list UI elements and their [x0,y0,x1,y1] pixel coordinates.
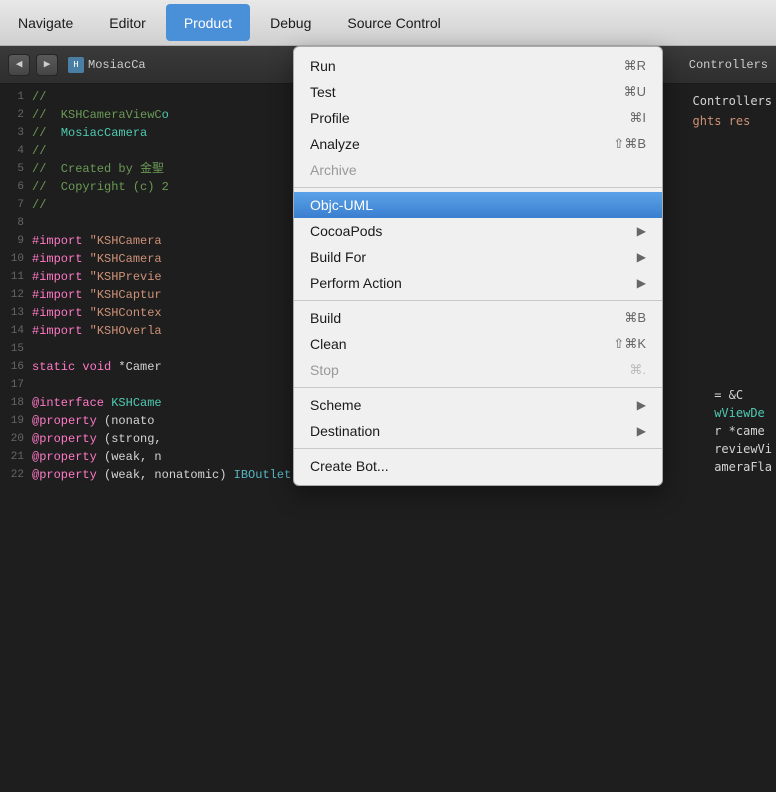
menu-item-cocoapods[interactable]: CocoaPods ▶ [294,218,662,244]
menu-item-build-for-label: Build For [310,249,637,265]
forward-button[interactable]: ▶ [36,54,58,76]
scheme-arrow-icon: ▶ [637,398,646,412]
menu-item-test-label: Test [310,84,624,100]
menu-item-run-shortcut: ⌘R [624,58,646,74]
menu-item-create-bot-label: Create Bot... [310,458,646,474]
menu-item-scheme[interactable]: Scheme ▶ [294,392,662,418]
build-for-arrow-icon: ▶ [637,250,646,264]
menu-debug[interactable]: Debug [252,0,329,45]
back-button[interactable]: ◀ [8,54,30,76]
toolbar-right-label: Controllers [689,56,768,74]
menu-item-objc-uml[interactable]: Objc-UML [294,192,662,218]
menu-item-stop-label: Stop [310,362,629,378]
menu-item-build-for[interactable]: Build For ▶ [294,244,662,270]
separator-3 [294,387,662,388]
perform-action-arrow-icon: ▶ [637,276,646,290]
menu-item-run[interactable]: Run ⌘R [294,53,662,79]
menu-source-control[interactable]: Source Control [329,0,458,45]
menu-item-stop-shortcut: ⌘. [629,362,646,378]
menu-product[interactable]: Product [166,4,250,41]
destination-arrow-icon: ▶ [637,424,646,438]
menu-item-clean-label: Clean [310,336,613,352]
menu-bar: Navigate Editor Product Debug Source Con… [0,0,776,46]
menu-item-archive-label: Archive [310,162,646,178]
menu-item-clean[interactable]: Clean ⇧⌘K [294,331,662,357]
menu-item-scheme-label: Scheme [310,397,637,413]
menu-item-clean-shortcut: ⇧⌘K [613,336,646,352]
separator-4 [294,448,662,449]
menu-item-cocoapods-label: CocoaPods [310,223,637,239]
menu-item-objc-uml-label: Objc-UML [310,197,646,213]
menu-item-analyze[interactable]: Analyze ⇧⌘B [294,131,662,157]
right-overflow: Controllers ghts res [689,84,776,138]
menu-item-test[interactable]: Test ⌘U [294,79,662,105]
cocoapods-arrow-icon: ▶ [637,224,646,238]
menu-item-stop[interactable]: Stop ⌘. [294,357,662,383]
right-side-code: = &C wViewDe r *came reviewVi ameraFla [714,386,772,476]
menu-item-profile-shortcut: ⌘I [629,110,646,126]
file-name: MosiacCa [88,56,146,74]
menu-item-perform-action[interactable]: Perform Action ▶ [294,270,662,296]
file-icon: H [68,57,84,73]
menu-item-archive[interactable]: Archive [294,157,662,183]
product-menu: Run ⌘R Test ⌘U Profile ⌘I Analyze ⇧⌘B Ar… [293,46,663,486]
menu-item-build[interactable]: Build ⌘B [294,305,662,331]
menu-item-profile-label: Profile [310,110,629,126]
menu-item-build-label: Build [310,310,624,326]
menu-item-build-shortcut: ⌘B [624,310,646,326]
menu-editor[interactable]: Editor [91,0,164,45]
menu-item-perform-action-label: Perform Action [310,275,637,291]
menu-item-destination[interactable]: Destination ▶ [294,418,662,444]
menu-item-test-shortcut: ⌘U [624,84,646,100]
menu-item-create-bot[interactable]: Create Bot... [294,453,662,479]
file-breadcrumb: H MosiacCa [68,56,146,74]
menu-item-analyze-label: Analyze [310,136,613,152]
menu-item-profile[interactable]: Profile ⌘I [294,105,662,131]
menu-item-run-label: Run [310,58,624,74]
menu-item-analyze-shortcut: ⇧⌘B [613,136,646,152]
menu-item-destination-label: Destination [310,423,637,439]
separator-2 [294,300,662,301]
menu-navigate[interactable]: Navigate [0,0,91,45]
separator-1 [294,187,662,188]
